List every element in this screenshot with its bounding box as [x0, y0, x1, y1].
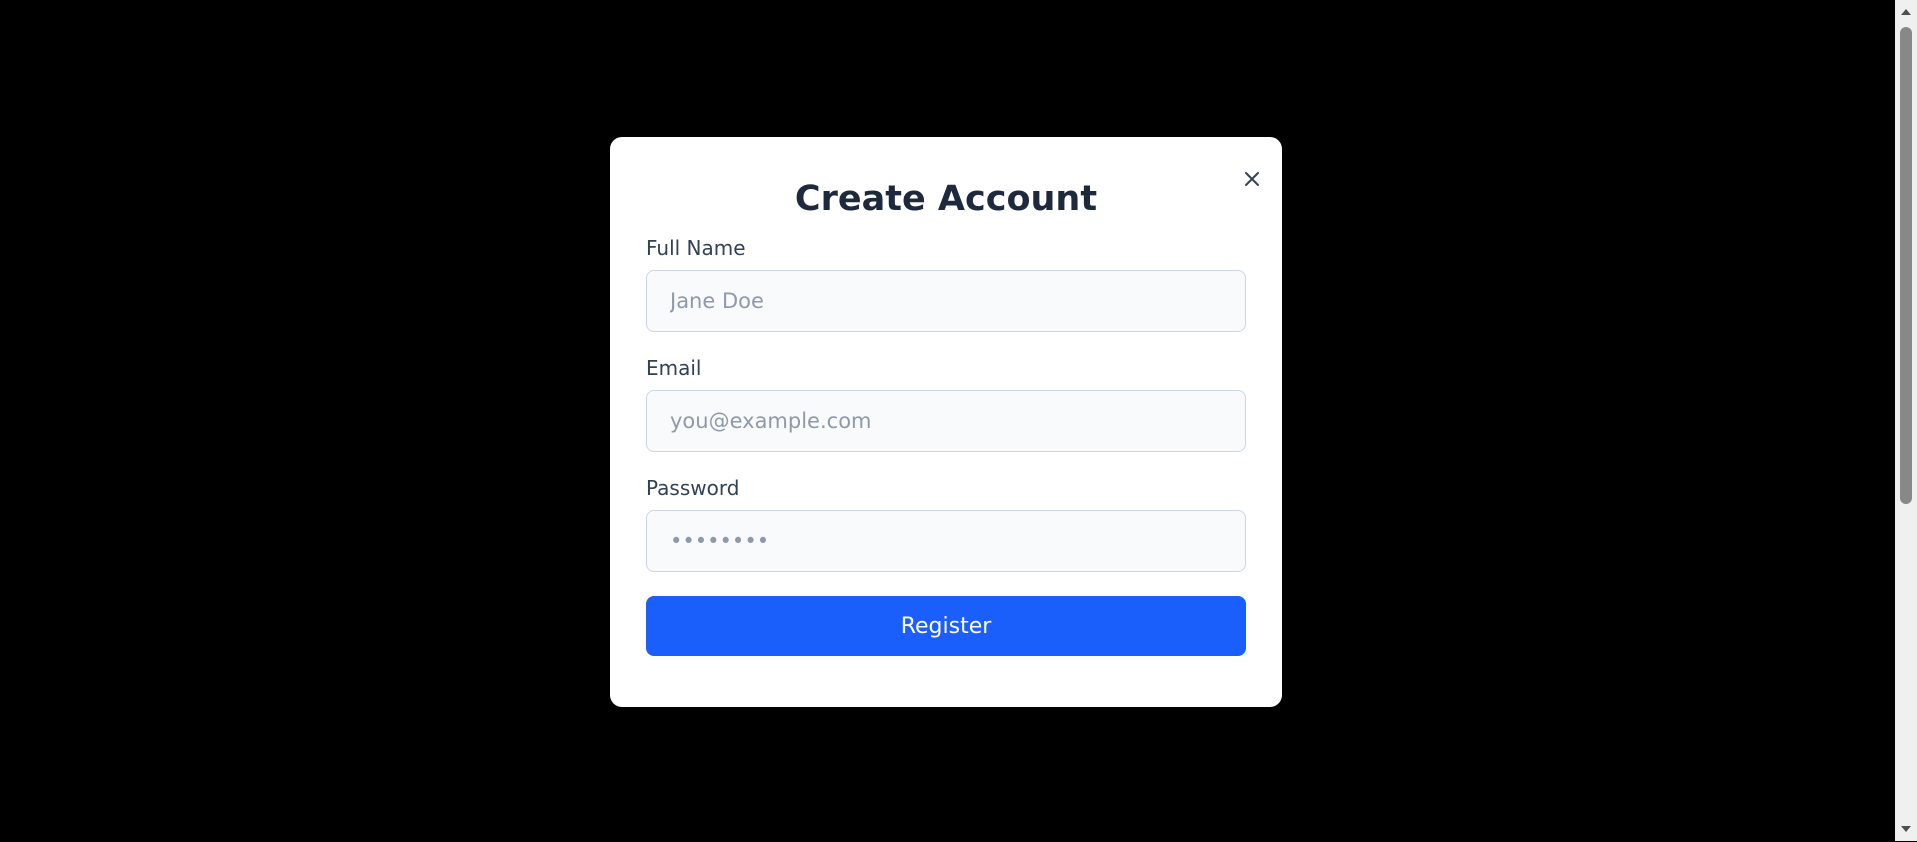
email-label: Email [646, 356, 702, 380]
create-account-dialog: Create Account Full Name Email Password … [610, 137, 1282, 707]
close-icon [1245, 172, 1259, 186]
password-field-group: Password [646, 476, 1246, 572]
registration-form: Full Name Email Password Register [646, 236, 1246, 656]
password-input[interactable] [646, 510, 1246, 572]
email-input[interactable] [646, 390, 1246, 452]
scrollbar-thumb[interactable] [1900, 27, 1912, 504]
register-button[interactable]: Register [646, 596, 1246, 656]
triangle-up-icon [1901, 9, 1911, 15]
close-button[interactable] [1240, 167, 1264, 191]
scroll-down-button[interactable] [1895, 819, 1917, 839]
email-field-group: Email [646, 356, 1246, 452]
dialog-title: Create Account [794, 179, 1098, 219]
full-name-field-group: Full Name [646, 236, 1246, 332]
password-label: Password [646, 476, 740, 500]
triangle-down-icon [1901, 826, 1911, 832]
scroll-up-button[interactable] [1895, 2, 1917, 22]
full-name-label: Full Name [646, 236, 746, 260]
full-name-input[interactable] [646, 270, 1246, 332]
vertical-scrollbar[interactable] [1895, 0, 1917, 841]
